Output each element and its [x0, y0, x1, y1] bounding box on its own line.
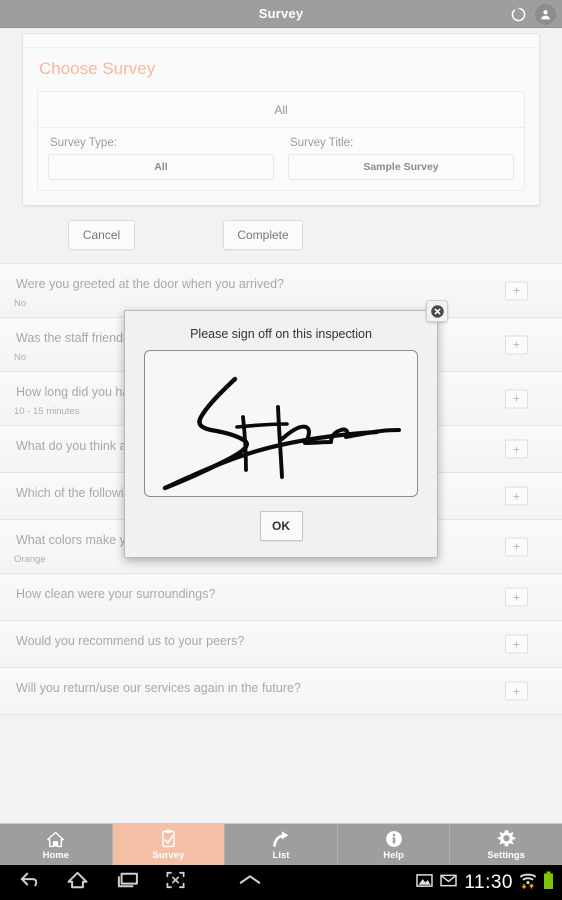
info-icon — [385, 829, 403, 848]
chevron-up-icon[interactable] — [238, 872, 262, 893]
close-icon[interactable] — [426, 300, 448, 322]
tab-survey-label: Survey — [152, 849, 185, 861]
android-system-bar: 11:30 — [0, 865, 562, 900]
survey-picker-fields: Survey Type: All Survey Title: Sample Su… — [38, 128, 524, 190]
survey-type-field: Survey Type: All — [48, 136, 274, 180]
survey-title-field: Survey Title: Sample Survey — [288, 136, 514, 180]
table-row[interactable]: Will you return/use our services again i… — [0, 668, 562, 715]
card-top-divider — [23, 34, 539, 48]
question-text: Would you recommend us to your peers? — [16, 634, 245, 648]
mail-icon — [440, 873, 458, 893]
status-clock: 11:30 — [464, 871, 513, 893]
home-icon — [46, 829, 65, 848]
table-row[interactable]: How clean were your surroundings? + — [0, 574, 562, 621]
survey-picker: All Survey Type: All Survey Title: Sampl… — [37, 91, 525, 191]
app-screen: Survey Choose Survey All Survey Type: Al… — [0, 0, 562, 900]
page-title: Survey — [258, 6, 304, 21]
survey-picker-value[interactable]: All — [38, 92, 524, 128]
clipboard-check-icon — [160, 829, 177, 848]
add-answer-button[interactable]: + — [505, 587, 528, 607]
share-arrow-icon — [271, 829, 291, 848]
title-bar-actions — [507, 0, 556, 28]
tab-settings-label: Settings — [487, 849, 525, 861]
add-answer-button[interactable]: + — [505, 335, 528, 354]
tab-list[interactable]: List — [225, 824, 338, 865]
ok-button[interactable]: OK — [259, 511, 303, 541]
refresh-icon[interactable] — [507, 3, 529, 25]
add-answer-button[interactable]: + — [505, 634, 528, 654]
person-icon[interactable] — [535, 3, 556, 25]
cancel-button[interactable]: Cancel — [68, 220, 135, 250]
add-answer-button[interactable]: + — [505, 537, 528, 556]
add-answer-button[interactable]: + — [505, 389, 528, 408]
tab-help[interactable]: Help — [338, 824, 451, 865]
choose-survey-card: Choose Survey All Survey Type: All Surve… — [22, 33, 540, 206]
bottom-navigation: Home Survey List Help Settings — [0, 823, 562, 865]
dialog-title: Please sign off on this inspection — [190, 327, 372, 341]
app-title-bar: Survey — [0, 0, 562, 28]
system-nav-buttons — [0, 871, 262, 894]
system-status-icons: 11:30 — [416, 871, 554, 895]
handwritten-signature — [162, 376, 401, 491]
survey-type-label: Survey Type: — [50, 137, 117, 149]
image-icon — [416, 873, 434, 893]
question-text: Were you greeted at the door when you ar… — [16, 277, 284, 291]
survey-title-value[interactable]: Sample Survey — [288, 154, 514, 180]
tab-home-label: Home — [42, 849, 69, 861]
add-answer-button[interactable]: + — [505, 281, 528, 300]
tab-home[interactable]: Home — [0, 824, 113, 865]
add-answer-button[interactable]: + — [505, 486, 528, 506]
survey-title-label: Survey Title: — [290, 137, 354, 149]
choose-survey-heading: Choose Survey — [39, 59, 156, 78]
gear-icon — [497, 829, 516, 848]
question-text: How clean were your surroundings? — [16, 587, 216, 601]
add-answer-button[interactable]: + — [505, 439, 528, 459]
form-actions: Cancel Complete — [0, 206, 562, 263]
recent-apps-icon[interactable] — [115, 871, 139, 894]
question-text: Will you return/use our services again i… — [16, 681, 301, 695]
screen-capture-icon[interactable] — [165, 871, 186, 894]
table-row[interactable]: Would you recommend us to your peers? + — [0, 621, 562, 668]
survey-type-value[interactable]: All — [48, 154, 274, 180]
signature-pad[interactable] — [144, 350, 418, 497]
tab-survey[interactable]: Survey — [112, 824, 226, 865]
list-bottom-spacer — [0, 715, 562, 795]
tab-help-label: Help — [383, 849, 404, 861]
dialog-footer: OK — [125, 497, 437, 557]
back-icon[interactable] — [18, 871, 40, 894]
battery-full-icon — [543, 871, 554, 895]
wifi-icon — [520, 871, 536, 894]
add-answer-button[interactable]: + — [505, 681, 528, 701]
tab-settings[interactable]: Settings — [450, 824, 562, 865]
tab-list-label: List — [272, 849, 290, 861]
home-outline-icon[interactable] — [66, 871, 89, 894]
signature-dialog: Please sign off on this inspection OK — [124, 300, 448, 558]
complete-button[interactable]: Complete — [223, 220, 303, 250]
